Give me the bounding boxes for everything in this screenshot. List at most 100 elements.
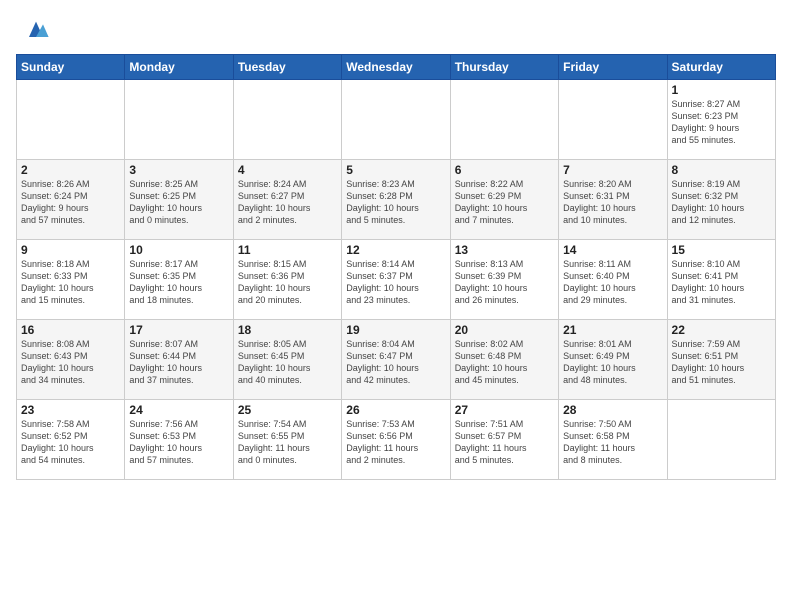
day-info: Sunrise: 8:19 AM Sunset: 6:32 PM Dayligh… xyxy=(672,178,771,227)
day-info: Sunrise: 8:05 AM Sunset: 6:45 PM Dayligh… xyxy=(238,338,337,387)
day-info: Sunrise: 8:25 AM Sunset: 6:25 PM Dayligh… xyxy=(129,178,228,227)
day-info: Sunrise: 7:53 AM Sunset: 6:56 PM Dayligh… xyxy=(346,418,445,467)
day-number: 2 xyxy=(21,163,120,177)
day-info: Sunrise: 8:11 AM Sunset: 6:40 PM Dayligh… xyxy=(563,258,662,307)
page-header xyxy=(16,16,776,44)
day-number: 16 xyxy=(21,323,120,337)
calendar-cell xyxy=(667,400,775,480)
calendar-cell: 13Sunrise: 8:13 AM Sunset: 6:39 PM Dayli… xyxy=(450,240,558,320)
day-number: 1 xyxy=(672,83,771,97)
calendar-cell: 26Sunrise: 7:53 AM Sunset: 6:56 PM Dayli… xyxy=(342,400,450,480)
day-info: Sunrise: 8:26 AM Sunset: 6:24 PM Dayligh… xyxy=(21,178,120,227)
day-number: 11 xyxy=(238,243,337,257)
day-number: 14 xyxy=(563,243,662,257)
day-header-tuesday: Tuesday xyxy=(233,55,341,80)
day-number: 27 xyxy=(455,403,554,417)
day-number: 10 xyxy=(129,243,228,257)
calendar-cell: 4Sunrise: 8:24 AM Sunset: 6:27 PM Daylig… xyxy=(233,160,341,240)
calendar-cell: 2Sunrise: 8:26 AM Sunset: 6:24 PM Daylig… xyxy=(17,160,125,240)
day-number: 8 xyxy=(672,163,771,177)
day-info: Sunrise: 7:54 AM Sunset: 6:55 PM Dayligh… xyxy=(238,418,337,467)
calendar-cell: 1Sunrise: 8:27 AM Sunset: 6:23 PM Daylig… xyxy=(667,80,775,160)
day-number: 9 xyxy=(21,243,120,257)
calendar-cell: 25Sunrise: 7:54 AM Sunset: 6:55 PM Dayli… xyxy=(233,400,341,480)
day-info: Sunrise: 7:50 AM Sunset: 6:58 PM Dayligh… xyxy=(563,418,662,467)
calendar-cell: 19Sunrise: 8:04 AM Sunset: 6:47 PM Dayli… xyxy=(342,320,450,400)
day-number: 17 xyxy=(129,323,228,337)
calendar-cell: 27Sunrise: 7:51 AM Sunset: 6:57 PM Dayli… xyxy=(450,400,558,480)
day-number: 12 xyxy=(346,243,445,257)
day-header-sunday: Sunday xyxy=(17,55,125,80)
calendar-week-row: 1Sunrise: 8:27 AM Sunset: 6:23 PM Daylig… xyxy=(17,80,776,160)
calendar-week-row: 23Sunrise: 7:58 AM Sunset: 6:52 PM Dayli… xyxy=(17,400,776,480)
calendar-cell xyxy=(450,80,558,160)
calendar-cell: 16Sunrise: 8:08 AM Sunset: 6:43 PM Dayli… xyxy=(17,320,125,400)
day-number: 7 xyxy=(563,163,662,177)
calendar-cell: 14Sunrise: 8:11 AM Sunset: 6:40 PM Dayli… xyxy=(559,240,667,320)
calendar-cell: 6Sunrise: 8:22 AM Sunset: 6:29 PM Daylig… xyxy=(450,160,558,240)
calendar-week-row: 16Sunrise: 8:08 AM Sunset: 6:43 PM Dayli… xyxy=(17,320,776,400)
day-info: Sunrise: 8:10 AM Sunset: 6:41 PM Dayligh… xyxy=(672,258,771,307)
logo xyxy=(16,16,50,44)
day-info: Sunrise: 8:24 AM Sunset: 6:27 PM Dayligh… xyxy=(238,178,337,227)
day-header-thursday: Thursday xyxy=(450,55,558,80)
day-header-saturday: Saturday xyxy=(667,55,775,80)
calendar-cell xyxy=(559,80,667,160)
day-number: 18 xyxy=(238,323,337,337)
calendar-table: SundayMondayTuesdayWednesdayThursdayFrid… xyxy=(16,54,776,480)
calendar-cell: 23Sunrise: 7:58 AM Sunset: 6:52 PM Dayli… xyxy=(17,400,125,480)
calendar-cell: 7Sunrise: 8:20 AM Sunset: 6:31 PM Daylig… xyxy=(559,160,667,240)
calendar-week-row: 9Sunrise: 8:18 AM Sunset: 6:33 PM Daylig… xyxy=(17,240,776,320)
logo-text-block xyxy=(16,16,50,44)
day-info: Sunrise: 8:08 AM Sunset: 6:43 PM Dayligh… xyxy=(21,338,120,387)
day-number: 24 xyxy=(129,403,228,417)
day-number: 4 xyxy=(238,163,337,177)
calendar-cell: 3Sunrise: 8:25 AM Sunset: 6:25 PM Daylig… xyxy=(125,160,233,240)
day-info: Sunrise: 7:59 AM Sunset: 6:51 PM Dayligh… xyxy=(672,338,771,387)
day-number: 25 xyxy=(238,403,337,417)
calendar-cell: 8Sunrise: 8:19 AM Sunset: 6:32 PM Daylig… xyxy=(667,160,775,240)
calendar-header-row: SundayMondayTuesdayWednesdayThursdayFrid… xyxy=(17,55,776,80)
day-number: 5 xyxy=(346,163,445,177)
calendar-cell xyxy=(233,80,341,160)
day-info: Sunrise: 8:15 AM Sunset: 6:36 PM Dayligh… xyxy=(238,258,337,307)
calendar-cell: 9Sunrise: 8:18 AM Sunset: 6:33 PM Daylig… xyxy=(17,240,125,320)
calendar-cell: 5Sunrise: 8:23 AM Sunset: 6:28 PM Daylig… xyxy=(342,160,450,240)
calendar-cell: 18Sunrise: 8:05 AM Sunset: 6:45 PM Dayli… xyxy=(233,320,341,400)
day-number: 26 xyxy=(346,403,445,417)
calendar-cell: 11Sunrise: 8:15 AM Sunset: 6:36 PM Dayli… xyxy=(233,240,341,320)
calendar-cell xyxy=(342,80,450,160)
calendar-cell: 22Sunrise: 7:59 AM Sunset: 6:51 PM Dayli… xyxy=(667,320,775,400)
calendar-cell: 20Sunrise: 8:02 AM Sunset: 6:48 PM Dayli… xyxy=(450,320,558,400)
calendar-cell: 24Sunrise: 7:56 AM Sunset: 6:53 PM Dayli… xyxy=(125,400,233,480)
calendar-cell: 28Sunrise: 7:50 AM Sunset: 6:58 PM Dayli… xyxy=(559,400,667,480)
day-info: Sunrise: 8:23 AM Sunset: 6:28 PM Dayligh… xyxy=(346,178,445,227)
day-info: Sunrise: 7:58 AM Sunset: 6:52 PM Dayligh… xyxy=(21,418,120,467)
day-info: Sunrise: 8:02 AM Sunset: 6:48 PM Dayligh… xyxy=(455,338,554,387)
day-number: 28 xyxy=(563,403,662,417)
day-number: 22 xyxy=(672,323,771,337)
day-info: Sunrise: 8:04 AM Sunset: 6:47 PM Dayligh… xyxy=(346,338,445,387)
day-number: 19 xyxy=(346,323,445,337)
day-info: Sunrise: 8:17 AM Sunset: 6:35 PM Dayligh… xyxy=(129,258,228,307)
day-number: 21 xyxy=(563,323,662,337)
calendar-cell: 21Sunrise: 8:01 AM Sunset: 6:49 PM Dayli… xyxy=(559,320,667,400)
calendar-cell xyxy=(125,80,233,160)
day-info: Sunrise: 7:56 AM Sunset: 6:53 PM Dayligh… xyxy=(129,418,228,467)
day-number: 6 xyxy=(455,163,554,177)
calendar-cell xyxy=(17,80,125,160)
calendar-cell: 15Sunrise: 8:10 AM Sunset: 6:41 PM Dayli… xyxy=(667,240,775,320)
day-header-monday: Monday xyxy=(125,55,233,80)
day-info: Sunrise: 8:13 AM Sunset: 6:39 PM Dayligh… xyxy=(455,258,554,307)
day-info: Sunrise: 7:51 AM Sunset: 6:57 PM Dayligh… xyxy=(455,418,554,467)
day-info: Sunrise: 8:18 AM Sunset: 6:33 PM Dayligh… xyxy=(21,258,120,307)
day-number: 13 xyxy=(455,243,554,257)
day-info: Sunrise: 8:27 AM Sunset: 6:23 PM Dayligh… xyxy=(672,98,771,147)
day-number: 20 xyxy=(455,323,554,337)
day-number: 15 xyxy=(672,243,771,257)
day-header-wednesday: Wednesday xyxy=(342,55,450,80)
calendar-cell: 12Sunrise: 8:14 AM Sunset: 6:37 PM Dayli… xyxy=(342,240,450,320)
day-info: Sunrise: 8:22 AM Sunset: 6:29 PM Dayligh… xyxy=(455,178,554,227)
logo-icon xyxy=(22,16,50,44)
day-info: Sunrise: 8:07 AM Sunset: 6:44 PM Dayligh… xyxy=(129,338,228,387)
